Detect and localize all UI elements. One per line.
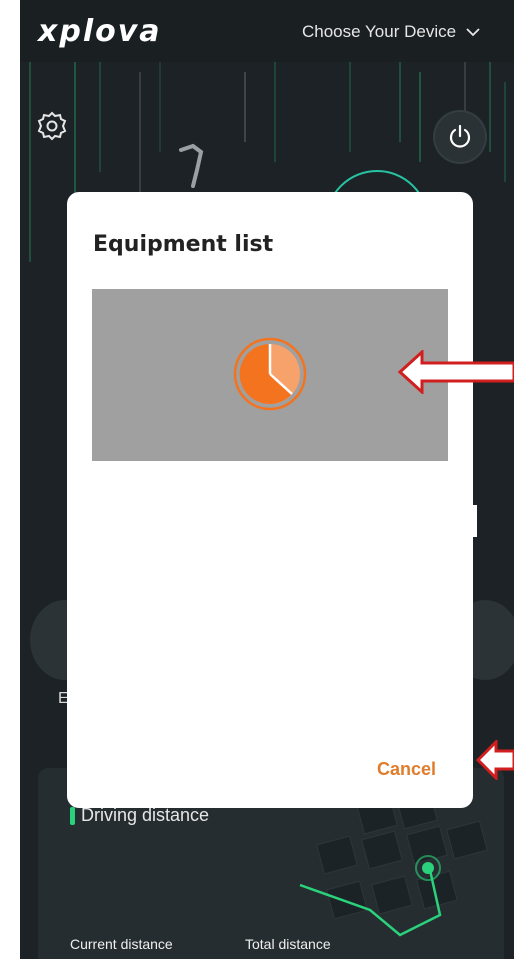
top-bar: xplova Choose Your Device [20,0,514,62]
device-selector-label: Choose Your Device [302,22,457,41]
cancel-button[interactable]: Cancel [377,759,436,780]
driving-distance-label: Driving distance [81,805,210,825]
left-arrow-icon [476,740,514,780]
left-arrow-icon [398,350,514,394]
total-distance-label: Total distance [245,936,331,952]
equipment-list-area [92,289,448,461]
xplova-logo: xplova [38,14,162,49]
device-selector[interactable]: Choose Your Device [302,22,480,42]
bike-silhouette [179,143,204,188]
loading-spinner-icon [233,337,307,411]
route-map [299,790,488,937]
gear-icon[interactable] [36,110,68,142]
driving-distance-title: Driving distance [70,805,209,826]
power-icon [449,124,471,148]
chevron-down-icon [466,28,480,37]
equipment-list-dialog: Equipment list Cancel [67,192,473,808]
current-distance-label: Current distance [70,936,173,952]
title-accent-bar [70,806,75,825]
dialog-title: Equipment list [93,232,274,257]
power-button[interactable] [435,112,485,162]
